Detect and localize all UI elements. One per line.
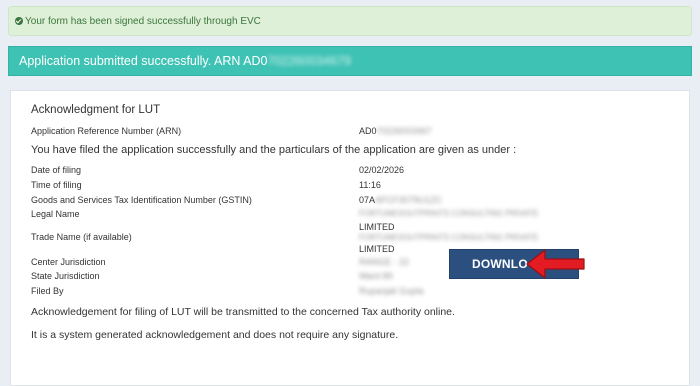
success-alert: Your form has been signed successfully t… bbox=[8, 6, 692, 36]
ack-intro: You have filed the application successfu… bbox=[31, 144, 517, 156]
gstin-masked: AFCF3079U1ZC bbox=[375, 195, 443, 205]
filed-by-label: Filed By bbox=[31, 286, 64, 296]
system-generated-note: It is a system generated acknowledgement… bbox=[31, 329, 399, 341]
arn-label: Application Reference Number (ARN) bbox=[31, 126, 182, 136]
state-jurisdiction-label: State Jurisdiction bbox=[31, 271, 100, 281]
time-value: 11:16 bbox=[359, 180, 381, 190]
arn-banner-masked: 702260034679 bbox=[267, 54, 351, 68]
arn-value-prefix: AD0 bbox=[359, 126, 377, 136]
time-label: Time of filing bbox=[31, 180, 82, 190]
acknowledgement-card: Acknowledgment for LUT Application Refer… bbox=[10, 90, 690, 386]
legal-name-tail: LIMITED bbox=[359, 222, 395, 232]
trade-name-label: Trade Name (if available) bbox=[31, 232, 132, 242]
arn-banner: Application submitted successfully. ARN … bbox=[8, 46, 692, 76]
ack-title: Acknowledgment for LUT bbox=[31, 104, 161, 116]
legal-name-label: Legal Name bbox=[31, 209, 80, 219]
center-jurisdiction-value: RANGE - 22 bbox=[359, 257, 410, 267]
arn-value-masked: 70226003467 bbox=[376, 126, 432, 136]
arn-value: AD070226003467 bbox=[359, 126, 432, 136]
gstin-prefix: 07A bbox=[359, 195, 376, 205]
trade-name-tail: LIMITED bbox=[359, 244, 395, 254]
red-arrow-pointer-icon bbox=[526, 249, 585, 279]
date-label: Date of filing bbox=[31, 165, 82, 175]
success-message: Your form has been signed successfully t… bbox=[25, 15, 261, 27]
center-jurisdiction-label: Center Jurisdiction bbox=[31, 257, 106, 267]
trade-name-masked: FORTUNESOUTPRINTS CONSULTING PRIVATE bbox=[359, 233, 539, 242]
gstin-value: 07AAFCF3079U1ZC bbox=[359, 195, 442, 205]
check-circle-icon bbox=[15, 17, 23, 25]
arn-banner-text: Application submitted successfully. ARN … bbox=[19, 54, 268, 68]
transmission-note: Acknowledgement for filing of LUT will b… bbox=[31, 306, 455, 318]
date-value: 02/02/2026 bbox=[359, 165, 405, 175]
gstin-label: Goods and Services Tax Identification Nu… bbox=[31, 195, 252, 205]
state-jurisdiction-value: Ward 89 bbox=[359, 271, 393, 281]
legal-name-masked: FORTUNESOUTPRINTS CONSULTING PRIVATE bbox=[359, 209, 539, 218]
filed-by-value: Rupanjali Gupta bbox=[359, 286, 424, 296]
